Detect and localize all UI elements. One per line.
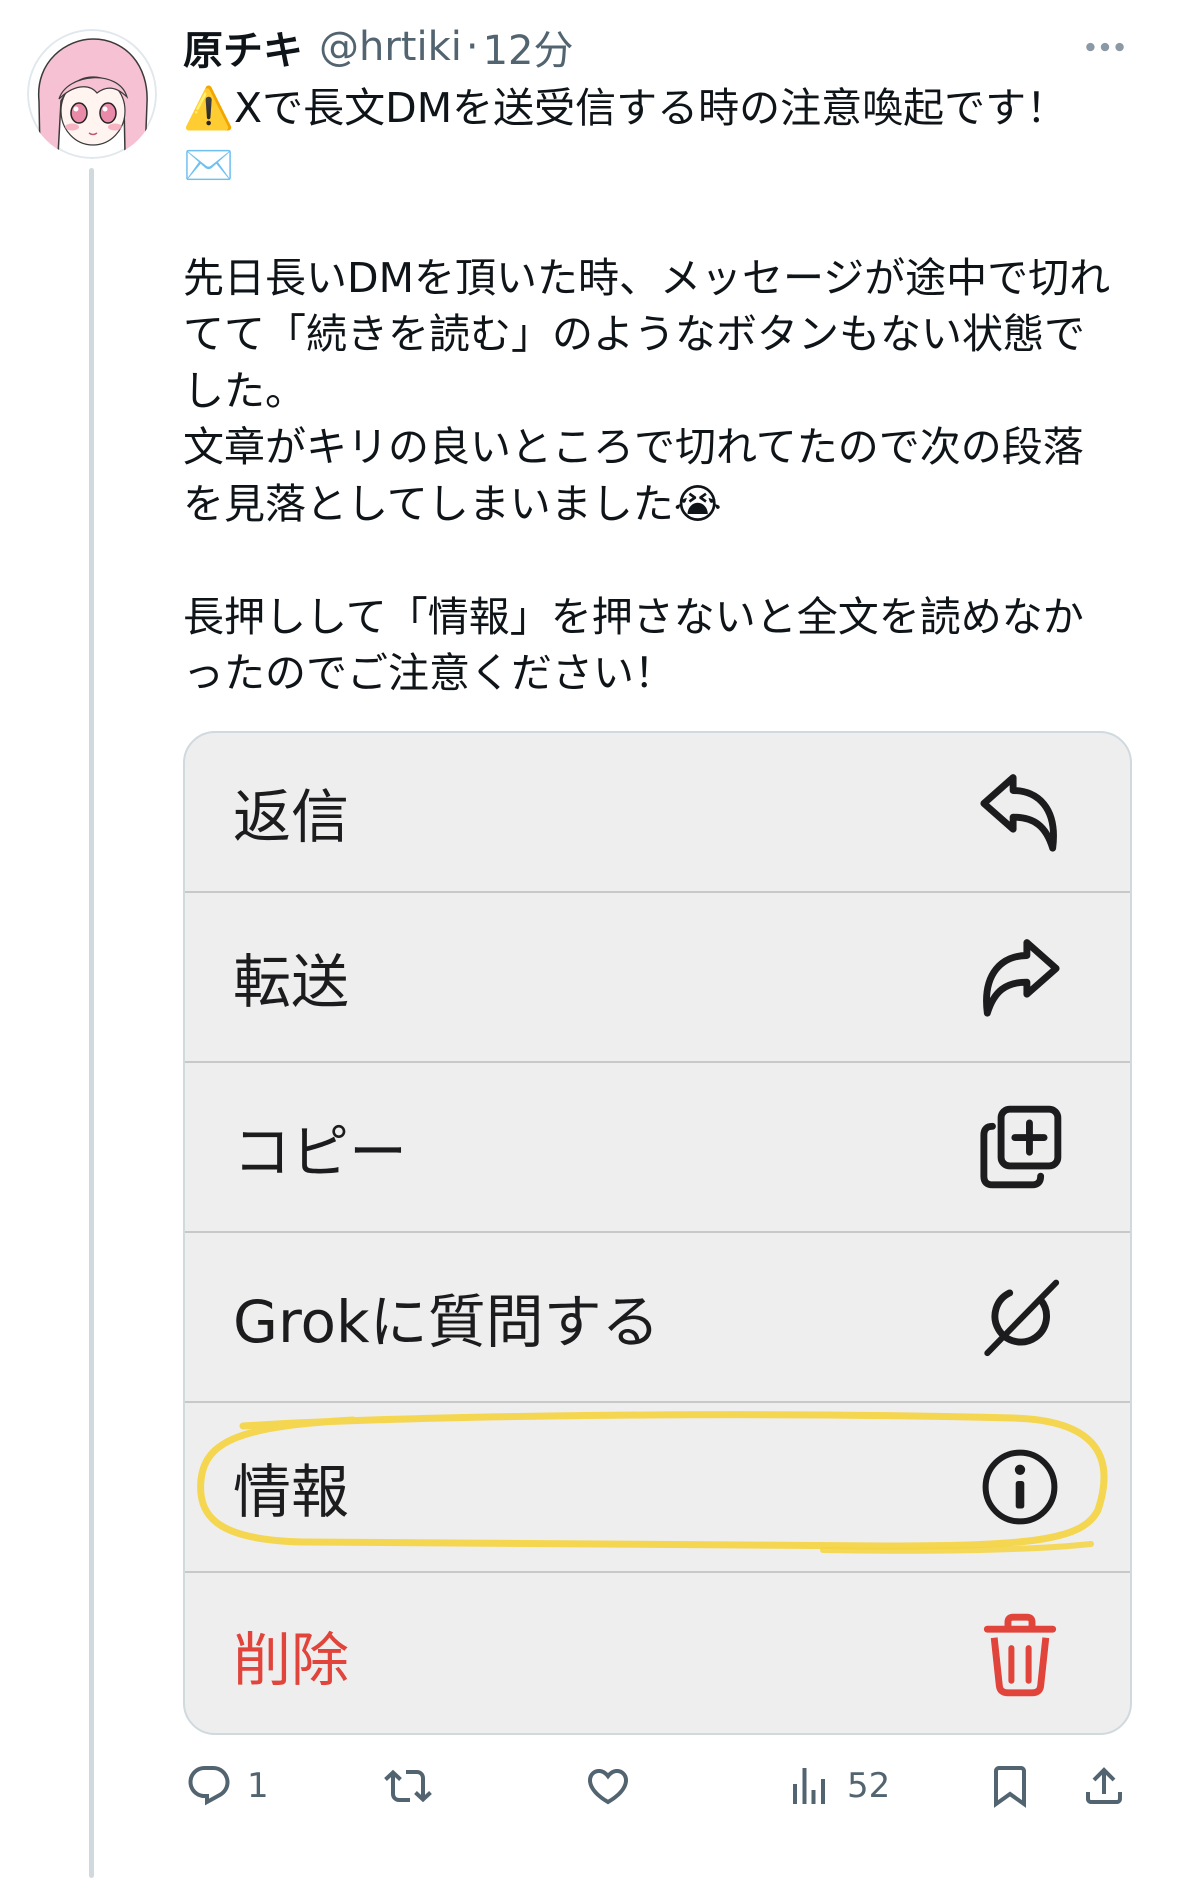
- reply-button[interactable]: 1: [185, 1762, 269, 1810]
- reply-arrow-icon: [977, 769, 1063, 855]
- menu-item-label: Grokに質問する: [233, 1288, 660, 1356]
- views-button[interactable]: 52: [785, 1762, 890, 1810]
- tweet-header: 原チキ @hrtiki · 12分: [183, 19, 574, 75]
- text-line: した。: [183, 366, 306, 415]
- more-options-button[interactable]: [1080, 23, 1130, 71]
- menu-item-reply: 返信: [185, 733, 1130, 891]
- views-count: 52: [847, 1766, 891, 1806]
- grok-icon: [977, 1274, 1063, 1360]
- text-line: ✉️: [183, 140, 235, 189]
- menu-item-label: 情報: [233, 1458, 350, 1526]
- bookmark-icon: [994, 1766, 1026, 1808]
- menu-item-ask-grok: Grokに質問する: [185, 1231, 1130, 1401]
- heart-icon: [587, 1769, 629, 1805]
- menu-item-copy: コピー: [185, 1061, 1130, 1231]
- author-name[interactable]: 原チキ: [183, 18, 303, 76]
- text-line: 長押しして「情報」を押さないと全文を読めなか: [183, 592, 1084, 641]
- share-icon: [1086, 1767, 1122, 1804]
- copy-plus-icon: [977, 1104, 1063, 1190]
- tweet-text: ⚠️Xで長文DMを送受信する時の注意喚起です！ ✉️ 先日長いDMを頂いた時、メ…: [183, 80, 1163, 702]
- text-line: 文章がキリの良いところで切れてたので次の段落: [183, 423, 1084, 471]
- text-line: を見落としてしまいました😭: [183, 479, 722, 528]
- menu-item-delete: 削除: [185, 1571, 1130, 1733]
- menu-item-label: 削除: [233, 1626, 350, 1694]
- share-button[interactable]: [1080, 1762, 1128, 1810]
- tweet-media-image[interactable]: 返信 転送 コピー Grokに質問する 情報 削除: [183, 731, 1132, 1735]
- like-button[interactable]: [584, 1762, 632, 1810]
- avatar-illustration: [27, 29, 157, 159]
- thread-line: [89, 168, 94, 1878]
- author-handle[interactable]: @hrtiki: [319, 24, 462, 70]
- views-chart-icon: [793, 1768, 825, 1804]
- paragraph: 先日長いDMを頂いた時、メッセージが途中で切れ てて「続きを読む」のようなボタン…: [183, 250, 1163, 533]
- reply-count: 1: [247, 1766, 269, 1806]
- text-line: 先日長いDMを頂いた時、メッセージが途中で切れ: [183, 253, 1111, 302]
- menu-item-label: コピー: [233, 1118, 408, 1186]
- menu-item-info: 情報: [185, 1401, 1130, 1571]
- info-icon: [977, 1444, 1063, 1530]
- reply-bubble-icon: [188, 1766, 230, 1806]
- paragraph: ⚠️Xで長文DMを送受信する時の注意喚起です！ ✉️: [183, 80, 1163, 193]
- menu-item-forward: 転送: [185, 891, 1130, 1061]
- retweet-button[interactable]: [384, 1762, 432, 1810]
- paragraph: 長押しして「情報」を押さないと全文を読めなか ったのでご注意ください！: [183, 589, 1163, 702]
- more-dots-icon: [1086, 42, 1124, 52]
- text-line: ⚠️Xで長文DMを送受信する時の注意喚起です！: [183, 84, 1068, 132]
- retweet-icon: [384, 1769, 432, 1803]
- text-line: てて「続きを読む」のようなボタンもない状態で: [183, 310, 1085, 358]
- forward-arrow-icon: [977, 934, 1063, 1020]
- bookmark-button[interactable]: [986, 1762, 1034, 1810]
- avatar[interactable]: [27, 29, 157, 159]
- menu-item-label: 転送: [233, 948, 350, 1016]
- text-line: ったのでご注意ください！: [183, 649, 675, 697]
- post-time[interactable]: 12分: [483, 18, 574, 76]
- meta-separator: ·: [465, 24, 479, 70]
- trash-icon: [977, 1612, 1063, 1698]
- menu-item-label: 返信: [233, 783, 350, 851]
